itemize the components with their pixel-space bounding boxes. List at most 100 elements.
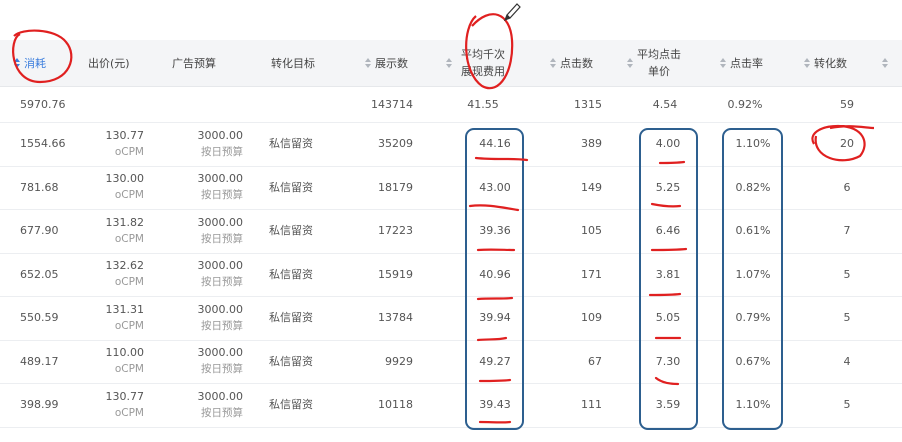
cell-cpm-value: 44.16 xyxy=(479,137,511,151)
cell-cpc: 3.59 xyxy=(643,383,693,427)
cell-cpc: 4.00 xyxy=(643,122,693,166)
cell-spend: 677.90 xyxy=(20,209,80,253)
cell-budget_type: 按日预算 xyxy=(201,276,243,289)
cell-budget_type: 按日预算 xyxy=(201,406,243,419)
col-spend-header[interactable]: 消耗 xyxy=(14,40,80,86)
cell-spend: 781.68 xyxy=(20,166,80,210)
cell-spend: 550.59 xyxy=(20,296,80,340)
cell-clicks: 67 xyxy=(552,340,602,384)
sort-icon[interactable] xyxy=(365,58,371,68)
cell-bid: 130.77 oCPM xyxy=(92,383,145,427)
cell-ctr: 1.10% xyxy=(728,122,778,166)
col-budget-header: 广告预算 xyxy=(172,56,216,70)
table-row: 652.05 132.62 oCPM 3000.00 按日预算 私信留资 15919 40.9… xyxy=(0,253,902,297)
summary-spend: 5970.76 xyxy=(20,97,66,111)
col-ctr-header[interactable]: 点击率 xyxy=(720,40,786,86)
cell-goal: 私信留资 xyxy=(269,122,329,166)
cell-budget: 3000.00 按日预算 xyxy=(185,122,244,166)
cell-bid: 131.82 oCPM xyxy=(92,209,145,253)
cell-bid-value: 110.00 xyxy=(105,346,145,360)
cell-budget_type: 按日预算 xyxy=(201,232,243,245)
cell-budget_type: 按日预算 xyxy=(201,319,243,332)
sort-icon[interactable] xyxy=(804,58,810,68)
cell-conversions-value: 4 xyxy=(843,354,851,368)
cell-cpm: 39.94 xyxy=(470,296,520,340)
col-clicks-header[interactable]: 点击数 xyxy=(550,40,616,86)
sort-icon[interactable] xyxy=(550,58,556,68)
cell-clicks-value: 111 xyxy=(581,398,602,412)
cell-goal: 私信留资 xyxy=(269,166,329,210)
cell-cpc: 7.30 xyxy=(643,340,693,384)
cell-impressions-value: 15919 xyxy=(378,267,413,281)
sort-icon[interactable] xyxy=(882,58,888,68)
cell-budget: 3000.00 按日预算 xyxy=(185,166,244,210)
cell-impressions-value: 35209 xyxy=(378,137,413,151)
cell-impressions: 35209 xyxy=(353,122,413,166)
col-bid-header: 出价(元) xyxy=(88,56,130,70)
cell-ctr: 0.82% xyxy=(728,166,778,210)
col-conversions-header[interactable]: 转化数 xyxy=(804,40,870,86)
cell-clicks-value: 389 xyxy=(581,137,602,151)
cell-budget-value: 3000.00 xyxy=(197,259,244,273)
cell-budget-value: 3000.00 xyxy=(197,172,244,186)
cell-ctr: 0.79% xyxy=(728,296,778,340)
col-last-header[interactable] xyxy=(882,40,896,86)
cell-conversions-value: 20 xyxy=(840,137,854,151)
cell-impressions: 18179 xyxy=(353,166,413,210)
cell-impressions-value: 18179 xyxy=(378,180,413,194)
cell-goal: 私信留资 xyxy=(269,383,329,427)
cell-cpc-value: 3.59 xyxy=(655,398,681,412)
cell-spend-value: 1554.66 xyxy=(20,137,66,151)
cell-bid: 132.62 oCPM xyxy=(92,253,145,297)
table-row: 550.59 131.31 oCPM 3000.00 按日预算 私信留资 13784 39.9… xyxy=(0,296,902,341)
col-cpm-header[interactable]: 平均千次展现费用 xyxy=(446,40,524,86)
cell-bid: 110.00 oCPM xyxy=(92,340,145,384)
cell-bid-value: 130.77 xyxy=(105,128,145,142)
cell-cpc-value: 6.46 xyxy=(655,224,681,238)
col-cpc-header[interactable]: 平均点击单价 xyxy=(627,40,701,86)
cell-cpm-value: 40.96 xyxy=(479,267,511,281)
sort-icon[interactable] xyxy=(14,58,20,68)
cell-budget-value: 3000.00 xyxy=(197,215,244,229)
cell-cpc: 3.81 xyxy=(643,253,693,297)
cell-spend-value: 398.99 xyxy=(20,398,59,412)
cell-ctr-value: 0.82% xyxy=(735,180,771,194)
cell-budget-value: 3000.00 xyxy=(197,302,244,316)
col-impressions-header[interactable]: 展示数 xyxy=(365,40,427,86)
cell-bid_type: oCPM xyxy=(114,276,144,289)
cell-bid_type: oCPM xyxy=(114,232,144,245)
cell-goal: 私信留资 xyxy=(269,253,329,297)
summary-cpm: 41.55 xyxy=(467,97,499,111)
summary-row: 5970.76 143714 41.55 1315 4.54 0.92% 59 xyxy=(0,86,902,123)
cell-spend: 398.99 xyxy=(20,383,80,427)
sort-icon[interactable] xyxy=(446,58,452,68)
cell-clicks: 149 xyxy=(552,166,602,210)
cell-ctr: 0.61% xyxy=(728,209,778,253)
cell-conversions-value: 5 xyxy=(843,398,851,412)
cell-impressions: 10118 xyxy=(353,383,413,427)
cell-conversions: 5 xyxy=(822,253,872,297)
cell-bid_type: oCPM xyxy=(114,406,144,419)
cell-cpc-value: 3.81 xyxy=(655,267,681,281)
cell-impressions: 15919 xyxy=(353,253,413,297)
cell-spend: 652.05 xyxy=(20,253,80,297)
cell-bid: 130.00 oCPM xyxy=(92,166,145,210)
cell-budget-value: 3000.00 xyxy=(197,346,244,360)
cell-cpc-value: 5.25 xyxy=(655,180,681,194)
cell-impressions-value: 13784 xyxy=(378,311,413,325)
cell-impressions: 17223 xyxy=(353,209,413,253)
table-row: 489.17 110.00 oCPM 3000.00 按日预算 私信留资 9929 49.27… xyxy=(0,340,902,384)
sort-icon[interactable] xyxy=(720,58,726,68)
cell-cpm: 40.96 xyxy=(470,253,520,297)
cell-cpm-value: 49.27 xyxy=(479,354,511,368)
cell-clicks-value: 149 xyxy=(581,180,602,194)
table-header: 消耗 出价(元) 广告预算 转化目标 展示数 平均千次展现费用 点击数 平均点击… xyxy=(0,40,902,87)
cell-ctr-value: 1.10% xyxy=(735,137,771,151)
cell-bid-value: 130.77 xyxy=(105,389,145,403)
table-row: 398.99 130.77 oCPM 3000.00 按日预算 私信留资 10118 39.4… xyxy=(0,383,902,428)
sort-icon[interactable] xyxy=(627,58,633,68)
cell-cpm-value: 39.94 xyxy=(479,311,511,325)
cell-impressions-value: 9929 xyxy=(385,354,413,368)
cell-conversions: 5 xyxy=(822,296,872,340)
cell-bid-value: 130.00 xyxy=(105,172,145,186)
